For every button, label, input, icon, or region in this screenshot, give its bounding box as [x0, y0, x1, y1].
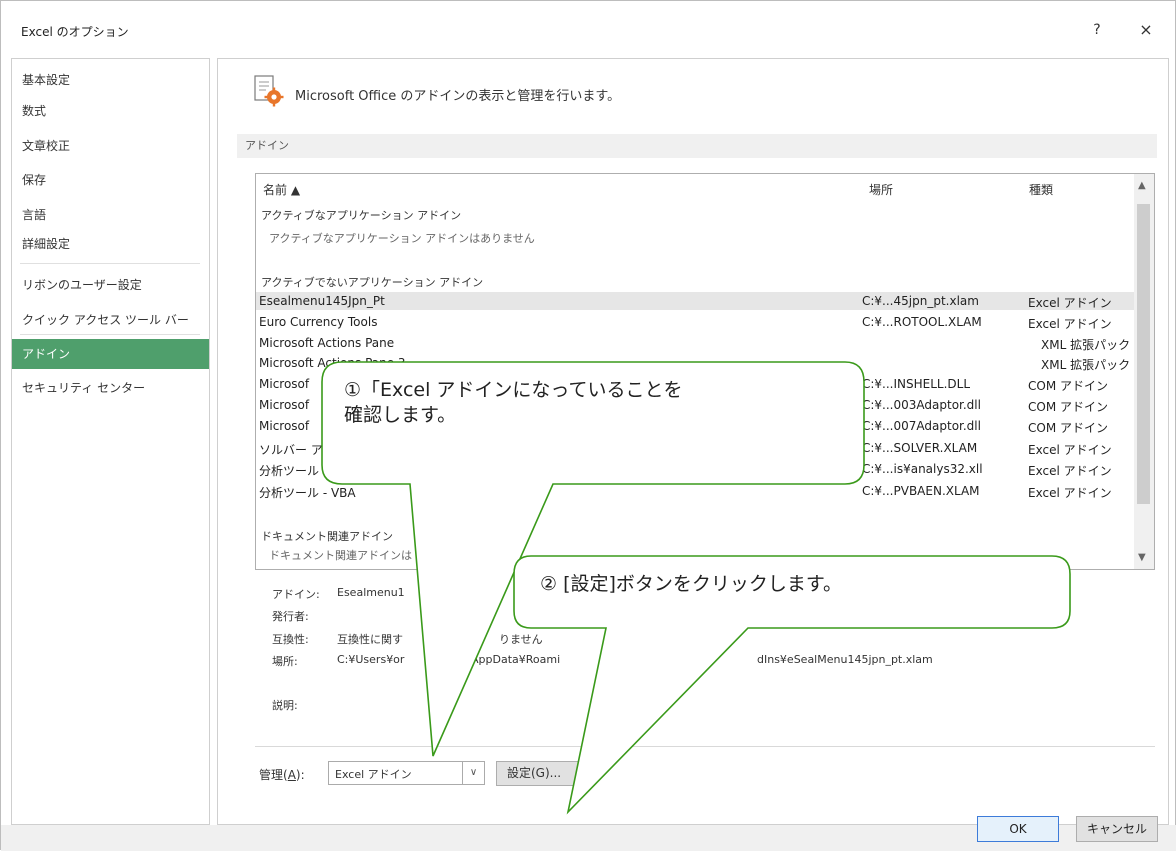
- cell-type: COM アドイン: [1028, 400, 1108, 414]
- list-scrollbar[interactable]: ▲ ▼: [1134, 173, 1155, 570]
- table-row[interactable]: 分析ツール - VBA C:¥...PVBAEN.XLAM Excel アドイン: [256, 482, 1134, 500]
- manage-select[interactable]: Excel アドイン ∨: [328, 761, 485, 785]
- scroll-up-icon[interactable]: ▲: [1138, 180, 1146, 191]
- cancel-button[interactable]: キャンセル: [1076, 816, 1158, 842]
- detail-location-value-mid: AppData¥Roami: [471, 653, 561, 666]
- cell-name: ソルバー ア: [259, 443, 323, 457]
- cell-type: XML 拡張パック: [1041, 338, 1131, 352]
- section-header-addins: アドイン: [237, 134, 1157, 158]
- table-row[interactable]: Esealmenu145Jpn_Pt C:¥...45jpn_pt.xlam E…: [256, 292, 1134, 310]
- cell-location: C:¥...INSHELL.DLL: [862, 377, 971, 391]
- addin-settings-icon: [254, 75, 284, 107]
- cell-type: Excel アドイン: [1028, 317, 1112, 331]
- manage-divider: [255, 746, 1155, 747]
- sidebar-item-formulas[interactable]: 数式: [12, 96, 209, 126]
- table-row[interactable]: Microsoft Actions Pane XML 拡張パック: [256, 334, 1134, 352]
- sidebar-item-proofing[interactable]: 文章校正: [12, 131, 209, 161]
- column-header-name[interactable]: 名前 ▲: [263, 181, 300, 198]
- detail-compat-value: 互換性に関す: [337, 633, 403, 646]
- cell-location: C:¥...SOLVER.XLAM: [862, 441, 978, 455]
- table-row[interactable]: Euro Currency Tools C:¥...ROTOOL.XLAM Ex…: [256, 313, 1134, 331]
- page-header: Microsoft Office のアドインの表示と管理を行います。: [295, 89, 621, 104]
- cell-name: Microsof: [259, 419, 310, 433]
- cell-location: C:¥...003Adaptor.dll: [862, 398, 981, 412]
- table-row[interactable]: 分析ツール C:¥...is¥analys32.xll Excel アドイン: [256, 460, 1134, 478]
- sidebar-item-general[interactable]: 基本設定: [12, 65, 209, 95]
- cell-location: C:¥...is¥analys32.xll: [862, 462, 983, 476]
- title-bar: Excel のオプション ? ×: [1, 1, 1176, 49]
- cell-name: Microsoft Actions Pane 3: [259, 356, 406, 370]
- cell-type: COM アドイン: [1028, 421, 1108, 435]
- sidebar-item-customize-ribbon[interactable]: リボンのユーザー設定: [12, 270, 209, 300]
- table-row[interactable]: ソルバー ア C:¥...SOLVER.XLAM Excel アドイン: [256, 439, 1134, 457]
- cell-type: Excel アドイン: [1028, 443, 1112, 457]
- manage-select-value: Excel アドイン: [335, 768, 412, 781]
- cell-type: XML 拡張パック: [1041, 358, 1131, 372]
- detail-compat-value-end: りません: [499, 633, 543, 646]
- chevron-down-icon[interactable]: ∨: [462, 762, 484, 784]
- sidebar-item-quick-access-toolbar[interactable]: クイック アクセス ツール バー: [12, 305, 209, 335]
- group-title-inactive: アクティブでないアプリケーション アドイン: [261, 276, 484, 289]
- sidebar-item-language[interactable]: 言語: [12, 200, 209, 230]
- detail-addin-value: Esealmenu1: [337, 586, 405, 599]
- sidebar-item-trust-center[interactable]: セキュリティ センター: [12, 373, 209, 403]
- close-button[interactable]: ×: [1135, 19, 1157, 41]
- group-title-document: ドキュメント関連アドイン: [261, 530, 393, 543]
- sidebar-item-save[interactable]: 保存: [12, 165, 209, 195]
- group-empty-active: アクティブなアプリケーション アドインはありません: [269, 232, 535, 245]
- detail-compat-label: 互換性:: [272, 633, 309, 646]
- cell-location: C:¥...45jpn_pt.xlam: [862, 294, 979, 308]
- window-title: Excel のオプション: [21, 25, 129, 39]
- table-row[interactable]: Microsoft Actions Pane 3 XML 拡張パック: [256, 354, 1134, 372]
- go-settings-button[interactable]: 設定(G)...: [496, 761, 586, 786]
- sidebar-item-addins[interactable]: アドイン: [12, 339, 209, 369]
- cell-location: C:¥...PVBAEN.XLAM: [862, 484, 980, 498]
- manage-label: 管理(A):: [259, 768, 305, 782]
- column-header-type[interactable]: 種類: [1029, 181, 1053, 198]
- sidebar-item-advanced[interactable]: 詳細設定: [12, 229, 209, 259]
- cell-location: C:¥...007Adaptor.dll: [862, 419, 981, 433]
- sidebar-divider: [20, 263, 200, 264]
- cell-name: Microsoft Actions Pane: [259, 336, 395, 350]
- callout-text-2: ② [設定]ボタンをクリックします。: [540, 573, 842, 595]
- group-title-active: アクティブなアプリケーション アドイン: [261, 209, 462, 222]
- cell-type: Excel アドイン: [1028, 296, 1112, 310]
- detail-location-label: 場所:: [272, 655, 298, 668]
- cell-name: Microsof: [259, 377, 310, 391]
- cell-name: Euro Currency Tools: [259, 315, 378, 329]
- detail-publisher-label: 発行者:: [272, 610, 309, 623]
- detail-description-label: 説明:: [272, 699, 298, 712]
- sidebar-nav: 基本設定 数式 文章校正 保存 言語 詳細設定 リボンのユーザー設定 クイック …: [11, 58, 210, 825]
- cell-type: Excel アドイン: [1028, 486, 1112, 500]
- group-empty-document: ドキュメント関連アドインは: [269, 549, 412, 562]
- column-header-location[interactable]: 場所: [869, 181, 893, 198]
- sidebar-divider: [20, 334, 200, 335]
- detail-addin-label: アドイン:: [272, 588, 320, 601]
- cell-type: Excel アドイン: [1028, 464, 1112, 478]
- scroll-down-icon[interactable]: ▼: [1138, 552, 1146, 563]
- scroll-thumb[interactable]: [1137, 204, 1150, 504]
- cell-name: 分析ツール - VBA: [259, 486, 356, 500]
- detail-location-value-end: dIns¥eSealMenu145jpn_pt.xlam: [757, 653, 933, 666]
- cell-name: 分析ツール: [259, 464, 320, 478]
- cell-name: Microsof: [259, 398, 310, 412]
- help-button[interactable]: ?: [1086, 19, 1108, 41]
- callout-text-1: ①「Excel アドインになっていることを 確認します。: [344, 379, 683, 426]
- detail-location-value: C:¥Users¥or: [337, 653, 405, 666]
- cell-type: COM アドイン: [1028, 379, 1108, 393]
- cell-name: Esealmenu145Jpn_Pt: [259, 294, 385, 308]
- ok-button[interactable]: OK: [977, 816, 1059, 842]
- cell-location: C:¥...ROTOOL.XLAM: [862, 315, 982, 329]
